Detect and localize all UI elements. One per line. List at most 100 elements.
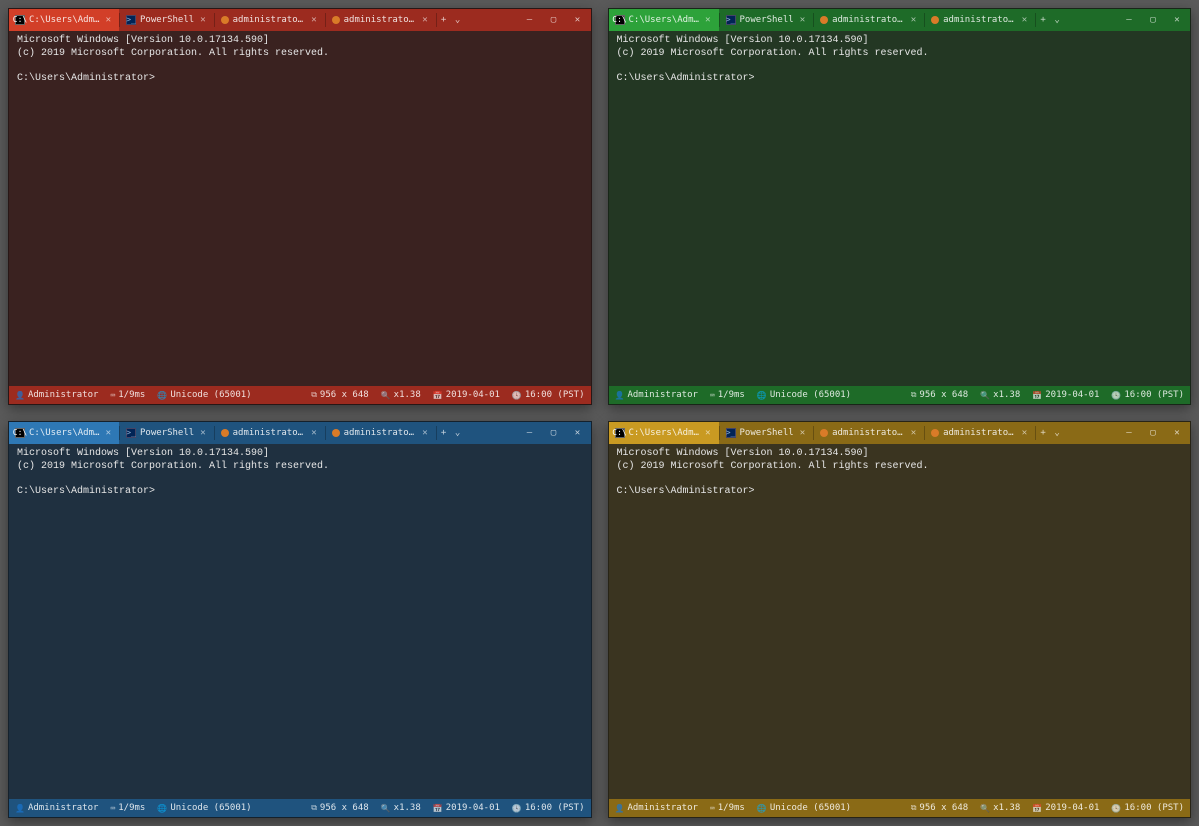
tab-3[interactable]: administrator@DES... ✕ [326,422,436,444]
tab-close-icon[interactable]: ✕ [309,428,318,438]
status-encoding[interactable]: 🌐 Unicode (65001) [757,390,851,400]
status-user[interactable]: 👤 Administrator [615,803,698,813]
status-encoding[interactable]: 🌐 Unicode (65001) [157,803,251,813]
tab-close-icon[interactable]: ✕ [104,15,113,25]
status-keys[interactable]: ⌨ 1/9ms [110,390,145,400]
new-tab-button[interactable]: + [437,15,451,25]
tab-1[interactable]: >_ PowerShell ✕ [720,9,814,31]
terminal-body[interactable]: Microsoft Windows [Version 10.0.17134.59… [609,444,1191,799]
tab-menu-chevron-icon[interactable]: ⌄ [1050,15,1064,25]
status-size[interactable]: ⧉ 956 x 648 [911,390,969,400]
calendar-icon: 📅 [1032,391,1042,400]
minimize-button[interactable]: — [1122,428,1136,438]
new-tab-button[interactable]: + [437,428,451,438]
tab-close-icon[interactable]: ✕ [309,15,318,25]
tab-2[interactable]: administrator@DES... ✕ [215,9,325,31]
term-line1: Microsoft Windows [Version 10.0.17134.59… [617,448,869,459]
status-keys[interactable]: ⌨ 1/9ms [710,803,745,813]
tab-2[interactable]: administrator@DES... ✕ [814,422,924,444]
status-user[interactable]: 👤 Administrator [15,390,98,400]
terminal-window-blue: C:\ C:\Users\Administr... ✕ >_ PowerShel… [8,421,592,818]
new-tab-button[interactable]: + [1036,15,1050,25]
terminal-body[interactable]: Microsoft Windows [Version 10.0.17134.59… [609,31,1191,386]
tab-1[interactable]: >_ PowerShell ✕ [120,9,214,31]
terminal-body[interactable]: Microsoft Windows [Version 10.0.17134.59… [9,31,591,386]
tab-menu-chevron-icon[interactable]: ⌄ [451,15,465,25]
tab-close-icon[interactable]: ✕ [798,15,807,25]
status-date[interactable]: 📅 2019-04-01 [433,390,500,400]
keyboard-icon: ⌨ [710,804,715,813]
close-window-button[interactable]: ✕ [1170,15,1184,25]
status-size-label: 956 x 648 [320,390,369,400]
cmd-icon: C:\ [615,428,625,438]
tab-0[interactable]: C:\ C:\Users\Administr... ✕ [609,422,719,444]
minimize-button[interactable]: — [523,428,537,438]
tab-1[interactable]: >_ PowerShell ✕ [720,422,814,444]
tab-1[interactable]: >_ PowerShell ✕ [120,422,214,444]
maximize-button[interactable]: ▢ [1146,428,1160,438]
tab-close-icon[interactable]: ✕ [798,428,807,438]
terminal-window-green: C:\ C:\Users\Administr... ✕ >_ PowerShel… [608,8,1192,405]
status-zoom[interactable]: 🔍 x1.38 [980,390,1020,400]
tab-menu-chevron-icon[interactable]: ⌄ [451,428,465,438]
close-window-button[interactable]: ✕ [571,15,585,25]
tab-close-icon[interactable]: ✕ [420,15,429,25]
terminal-body[interactable]: Microsoft Windows [Version 10.0.17134.59… [9,444,591,799]
tab-2[interactable]: administrator@DES... ✕ [215,422,325,444]
status-zoom[interactable]: 🔍 x1.38 [381,803,421,813]
clock-icon: 🕓 [1111,804,1121,813]
close-window-button[interactable]: ✕ [1170,428,1184,438]
tab-0[interactable]: C:\ C:\Users\Administr... ✕ [609,9,719,31]
status-user-label: Administrator [28,390,98,400]
status-user[interactable]: 👤 Administrator [615,390,698,400]
status-date[interactable]: 📅 2019-04-01 [1032,803,1099,813]
status-time[interactable]: 🕓 16:00 (PST) [512,390,585,400]
status-date[interactable]: 📅 2019-04-01 [1032,390,1099,400]
tab-close-icon[interactable]: ✕ [198,15,207,25]
minimize-button[interactable]: — [523,15,537,25]
new-tab-button[interactable]: + [1036,428,1050,438]
status-user-label: Administrator [627,803,697,813]
tab-close-icon[interactable]: ✕ [198,428,207,438]
tab-3[interactable]: administrator@DES... ✕ [925,422,1035,444]
status-time-label: 16:00 (PST) [525,803,585,813]
status-keys[interactable]: ⌨ 1/9ms [710,390,745,400]
tab-label: C:\Users\Administr... [29,15,100,25]
status-encoding[interactable]: 🌐 Unicode (65001) [157,390,251,400]
tab-3[interactable]: administrator@DES... ✕ [326,9,436,31]
tab-menu-chevron-icon[interactable]: ⌄ [1050,428,1064,438]
status-time[interactable]: 🕓 16:00 (PST) [512,803,585,813]
tab-close-icon[interactable]: ✕ [703,428,712,438]
status-size[interactable]: ⧉ 956 x 648 [911,803,969,813]
status-date[interactable]: 📅 2019-04-01 [433,803,500,813]
tab-close-icon[interactable]: ✕ [104,428,113,438]
maximize-button[interactable]: ▢ [547,428,561,438]
tab-0[interactable]: C:\ C:\Users\Administr... ✕ [9,9,119,31]
tab-2[interactable]: administrator@DES... ✕ [814,9,924,31]
status-keys[interactable]: ⌨ 1/9ms [110,803,145,813]
tab-close-icon[interactable]: ✕ [1020,15,1029,25]
tab-close-icon[interactable]: ✕ [420,428,429,438]
tab-close-icon[interactable]: ✕ [1020,428,1029,438]
tab-3[interactable]: administrator@DES... ✕ [925,9,1035,31]
status-time[interactable]: 🕓 16:00 (PST) [1111,803,1184,813]
status-zoom[interactable]: 🔍 x1.38 [980,803,1020,813]
tab-close-icon[interactable]: ✕ [909,15,918,25]
maximize-button[interactable]: ▢ [547,15,561,25]
tab-0[interactable]: C:\ C:\Users\Administr... ✕ [9,422,119,444]
tab-close-icon[interactable]: ✕ [909,428,918,438]
tab-close-icon[interactable]: ✕ [703,15,712,25]
maximize-button[interactable]: ▢ [1146,15,1160,25]
status-size[interactable]: ⧉ 956 x 648 [311,390,369,400]
terminal-window-yellow: C:\ C:\Users\Administr... ✕ >_ PowerShel… [608,421,1192,818]
status-time[interactable]: 🕓 16:00 (PST) [1111,390,1184,400]
statusbar: 👤 Administrator ⌨ 1/9ms 🌐 Unicode (65001… [609,386,1191,404]
status-zoom[interactable]: 🔍 x1.38 [381,390,421,400]
status-size[interactable]: ⧉ 956 x 648 [311,803,369,813]
ssh-icon [221,15,229,25]
minimize-button[interactable]: — [1122,15,1136,25]
status-encoding[interactable]: 🌐 Unicode (65001) [757,803,851,813]
close-window-button[interactable]: ✕ [571,428,585,438]
powershell-icon: >_ [126,428,136,438]
status-user[interactable]: 👤 Administrator [15,803,98,813]
